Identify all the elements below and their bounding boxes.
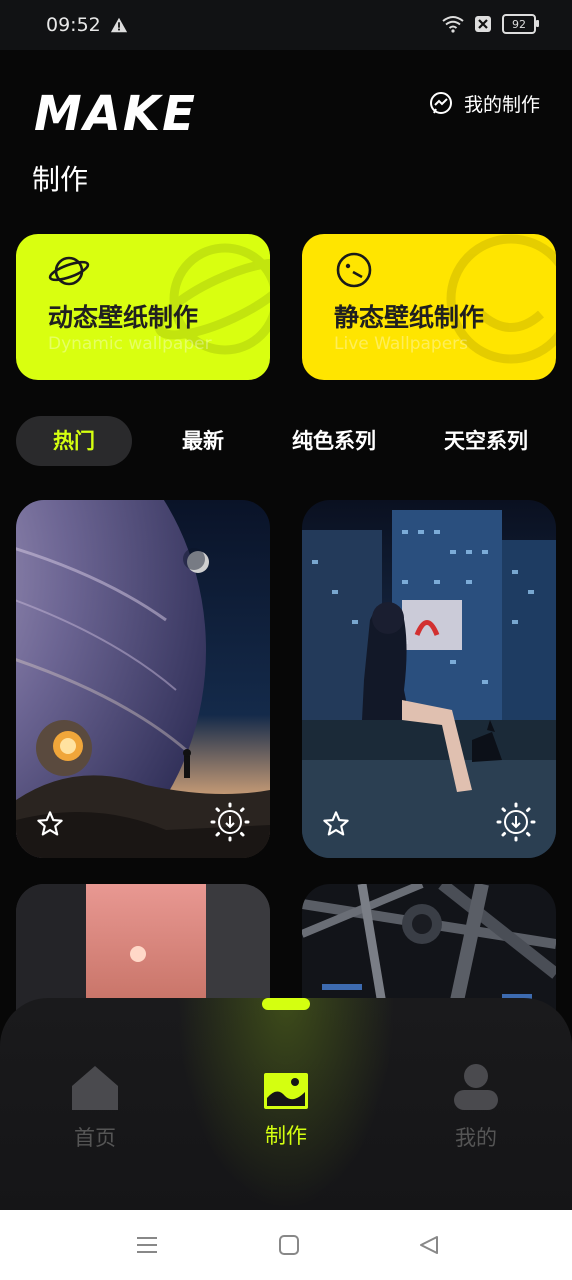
- chat-sparkle-icon: [429, 91, 452, 114]
- static-card-subtitle: Live Wallpapers: [334, 334, 469, 354]
- tab-solid-color[interactable]: 纯色系列: [284, 416, 384, 466]
- home-square-icon[interactable]: [278, 1234, 300, 1256]
- planet-icon: [48, 256, 90, 286]
- download-icon[interactable]: [210, 802, 250, 842]
- dynamic-card-title: 动态壁纸制作: [48, 303, 199, 332]
- bottom-navigation: 首页 制作 我的: [0, 998, 572, 1210]
- nav-make[interactable]: 制作: [226, 1064, 346, 1150]
- face-icon: [336, 252, 372, 288]
- wallpaper-item-city-girl[interactable]: [302, 500, 556, 858]
- battery-level: 92: [512, 17, 526, 31]
- battery-icon: 92: [502, 14, 539, 34]
- user-icon: [454, 1064, 498, 1110]
- star-icon[interactable]: [322, 810, 350, 838]
- logo-text: MAKE: [34, 86, 197, 134]
- menu-icon[interactable]: [136, 1234, 158, 1256]
- dynamic-card-subtitle: Dynamic wallpaper: [48, 334, 212, 354]
- static-card-title: 静态壁纸制作: [334, 303, 485, 332]
- status-bar: 09:52 92: [0, 0, 572, 50]
- wifi-icon: [442, 16, 464, 33]
- sim-blocked-icon: [475, 16, 491, 32]
- nav-mine[interactable]: 我的: [416, 1064, 536, 1152]
- make-logo: MAKE: [34, 86, 197, 134]
- my-make-button[interactable]: 我的制作: [428, 90, 540, 117]
- page-subtitle: 制作: [32, 163, 89, 196]
- image-icon: [264, 1073, 308, 1109]
- category-tabs: 热门 最新 纯色系列 天空系列: [16, 416, 556, 466]
- wallpaper-item-planet[interactable]: [16, 500, 270, 858]
- my-make-label: 我的制作: [463, 94, 540, 116]
- nav-home-label: 首页: [74, 1126, 116, 1150]
- tab-hot[interactable]: 热门: [16, 416, 132, 466]
- static-wallpaper-card[interactable]: 静态壁纸制作 Live Wallpapers: [302, 234, 556, 380]
- nav-make-label: 制作: [265, 1124, 307, 1148]
- star-icon[interactable]: [36, 810, 64, 838]
- status-time: 09:52: [46, 14, 101, 36]
- nav-active-indicator: [262, 998, 310, 1010]
- status-icons: 92: [442, 14, 539, 34]
- tab-latest[interactable]: 最新: [166, 416, 240, 466]
- home-icon: [72, 1066, 118, 1110]
- tab-sky[interactable]: 天空系列: [436, 416, 536, 466]
- system-navigation-bar: [0, 1210, 572, 1280]
- dynamic-wallpaper-card[interactable]: 动态壁纸制作 Dynamic wallpaper: [16, 234, 270, 380]
- download-icon[interactable]: [496, 802, 536, 842]
- back-icon[interactable]: [418, 1234, 440, 1256]
- warning-icon: [110, 17, 128, 33]
- nav-mine-label: 我的: [455, 1126, 497, 1150]
- nav-home[interactable]: 首页: [35, 1064, 155, 1152]
